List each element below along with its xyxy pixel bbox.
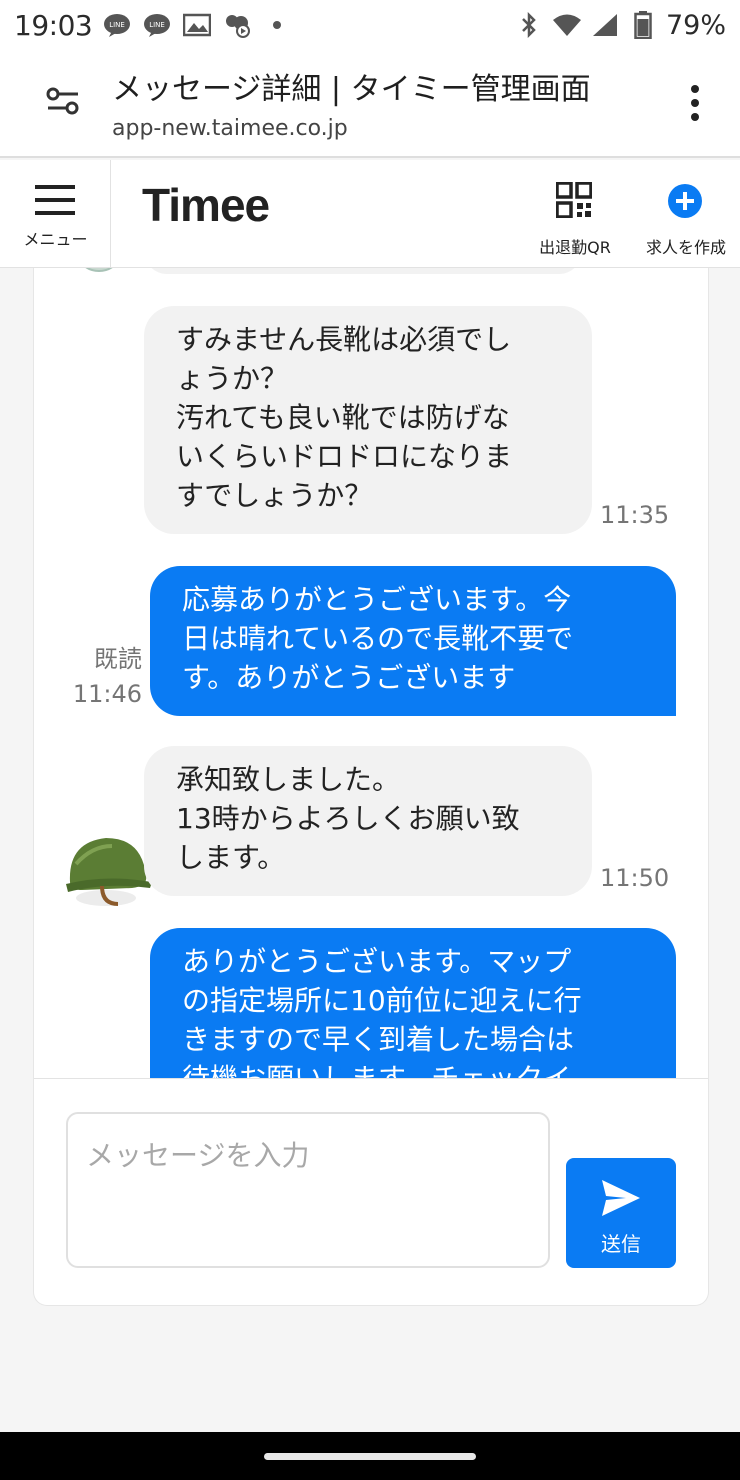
hamburger-icon [35,184,75,216]
page-url[interactable]: app-new.taimee.co.jp [112,116,348,141]
message-line: 13時からよろしくお願い致 [176,802,520,835]
message-bubble-incoming: 承知致しました。 13時からよろしくお願い致 します。 [144,746,592,896]
message-time: 11:35 [600,501,670,529]
more-options-icon[interactable] [684,84,706,122]
dot-icon [262,12,292,38]
send-button[interactable]: 送信 [566,1158,676,1268]
message-line: 日は晴れているので長靴不要で [182,622,574,655]
message-line: すでしょうか？ [176,479,373,512]
plus-circle-icon [668,184,702,218]
message-line: すみません長靴は必須でし [176,323,512,356]
attendance-qr-button[interactable]: 出退勤QR [532,178,618,262]
message-line: いくらいドロドロになりま [176,440,513,473]
battery-percent: 79% [665,9,726,41]
menu-label: メニュー [23,230,88,249]
signal-icon [590,12,620,38]
site-settings-icon[interactable] [46,86,80,116]
svg-text:LINE: LINE [149,21,165,29]
read-label: 既読 [94,645,142,673]
read-receipt: 既読 11:46 [64,642,142,712]
home-handle[interactable] [264,1453,476,1460]
message-line: 応募ありがとうございます。今 [182,583,572,616]
status-bar: 19:03 LINE LINE 79% [0,0,740,50]
line-icon: LINE [142,12,172,38]
page-title: メッセージ詳細 | タイミー管理画面 [112,72,591,107]
message-bubble-outgoing: 応募ありがとうございます。今 日は晴れているので長靴不要で す。ありがとうござい… [150,566,676,716]
line-icon: LINE [102,12,132,38]
system-nav-bar [0,1432,740,1480]
wifi-icon [552,12,582,38]
message-time: 11:46 [72,680,142,708]
send-icon [600,1178,642,1218]
battery-icon [628,11,658,39]
message-line: ょうか？ [176,362,289,395]
svg-text:LINE: LINE [109,21,125,29]
status-time: 19:03 [14,8,93,42]
message-line: 汚れても良い靴では防げな [176,401,510,434]
browser-bar: メッセージ詳細 | タイミー管理画面 app-new.taimee.co.jp [0,50,740,158]
gallery-icon [182,12,212,38]
composer-divider [34,1078,708,1079]
message-bubble-outgoing: ありがとうございます。マップ の指定場所に10前位に迎えに行 きますので早く到着… [150,928,676,1078]
message-bubble-incoming: すみません長靴は必須でし ょうか？ 汚れても良い靴では防げな いくらいドロドロに… [144,306,592,534]
message-line: ありがとうございます。マップ [182,945,572,978]
create-job-button[interactable]: 求人を作成 [636,178,736,262]
helmet-avatar-icon [62,824,154,914]
message-list[interactable]: すみません長靴は必須でし ょうか？ 汚れても良い靴では防げな いくらいドロドロに… [34,268,708,1078]
send-label: 送信 [601,1232,641,1256]
chat-card: すみません長靴は必須でし ょうか？ 汚れても良い靴では防げな いくらいドロドロに… [33,268,709,1306]
message-line: す。ありがとうございます [182,661,516,694]
qr-label: 出退勤QR [539,238,611,257]
message-line: 待機お願いします。チェックイ [182,1059,644,1078]
message-line: 承知致しました。 [176,763,401,796]
avatar [74,268,124,272]
timee-logo[interactable]: Timee [142,178,270,232]
weather-icon [222,12,252,38]
message-line: きますので早く到着した場合は [182,1023,575,1056]
qr-code-icon [555,181,593,219]
app-header: メニュー Timee 出退勤QR 求人を作成 [0,160,740,268]
create-job-label: 求人を作成 [645,238,726,257]
message-input[interactable] [66,1112,550,1268]
message-line: の指定場所に10前位に迎えに行 [182,984,582,1017]
bluetooth-icon [514,12,544,38]
message-time: 11:50 [600,864,670,892]
menu-button[interactable]: メニュー [0,160,111,267]
message-line: します。 [176,841,286,874]
message-bubble-partial [144,268,582,274]
